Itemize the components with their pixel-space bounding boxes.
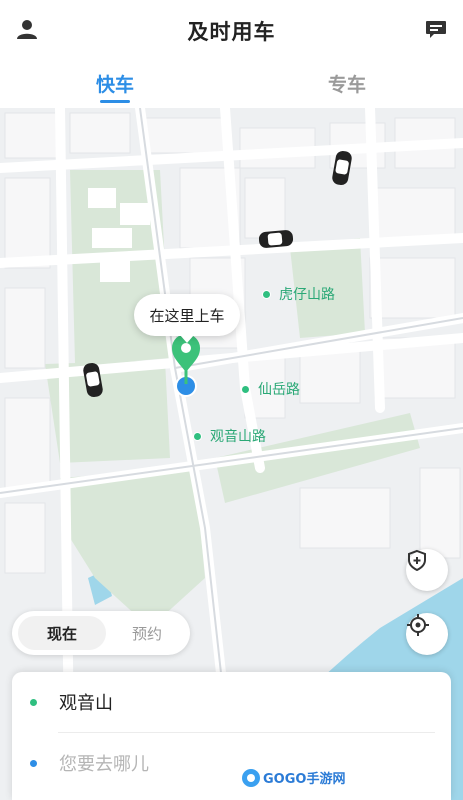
reserve-option[interactable]: 预约 xyxy=(108,616,186,650)
time-toggle: 现在 预约 xyxy=(12,611,190,655)
poi-label: 观音山路 xyxy=(210,429,266,445)
poi-huzaishan-road[interactable]: 虎仔山路 xyxy=(262,284,335,304)
active-tab-indicator xyxy=(100,100,130,103)
locate-icon xyxy=(407,614,429,636)
destination-placeholder[interactable]: 您要去哪儿 xyxy=(59,750,149,776)
safety-button[interactable] xyxy=(406,549,448,591)
tab-zhuanche[interactable]: 专车 xyxy=(328,70,366,97)
poi-guanyinshan-road[interactable]: 观音山路 xyxy=(193,426,266,446)
gogo-logo-icon xyxy=(242,768,260,787)
poi-xianyue-road[interactable]: 仙岳路 xyxy=(241,379,300,399)
destination-dot-icon xyxy=(30,759,37,767)
watermark-text: GOGO手游网 xyxy=(263,772,346,787)
top-bar: 及时用车 快车 专车 xyxy=(0,0,463,108)
watermark-logo: GOGO手游网 xyxy=(242,768,345,787)
message-icon xyxy=(426,21,446,38)
poi-dot-icon xyxy=(262,289,271,299)
poi-label: 仙岳路 xyxy=(258,382,300,398)
car-icon xyxy=(258,230,294,248)
address-card: 观音山 您要去哪儿 xyxy=(12,672,451,800)
pickup-dot-icon xyxy=(30,698,37,706)
pickup-address-row[interactable]: 观音山 xyxy=(12,672,451,732)
messages-button[interactable] xyxy=(421,14,451,44)
poi-dot-icon xyxy=(193,431,202,441)
pickup-tooltip: 在这里上车 xyxy=(134,294,240,343)
tab-kuaiche[interactable]: 快车 xyxy=(96,70,134,97)
poi-dot-icon xyxy=(241,384,250,394)
locate-me-button[interactable] xyxy=(406,613,448,655)
now-option[interactable]: 现在 xyxy=(18,616,106,650)
page-title: 及时用车 xyxy=(187,20,276,44)
shield-icon xyxy=(408,549,426,571)
pickup-address: 观音山 xyxy=(59,693,113,714)
destination-input-row[interactable]: 您要去哪儿 xyxy=(12,733,451,793)
poi-label: 虎仔山路 xyxy=(279,287,335,303)
